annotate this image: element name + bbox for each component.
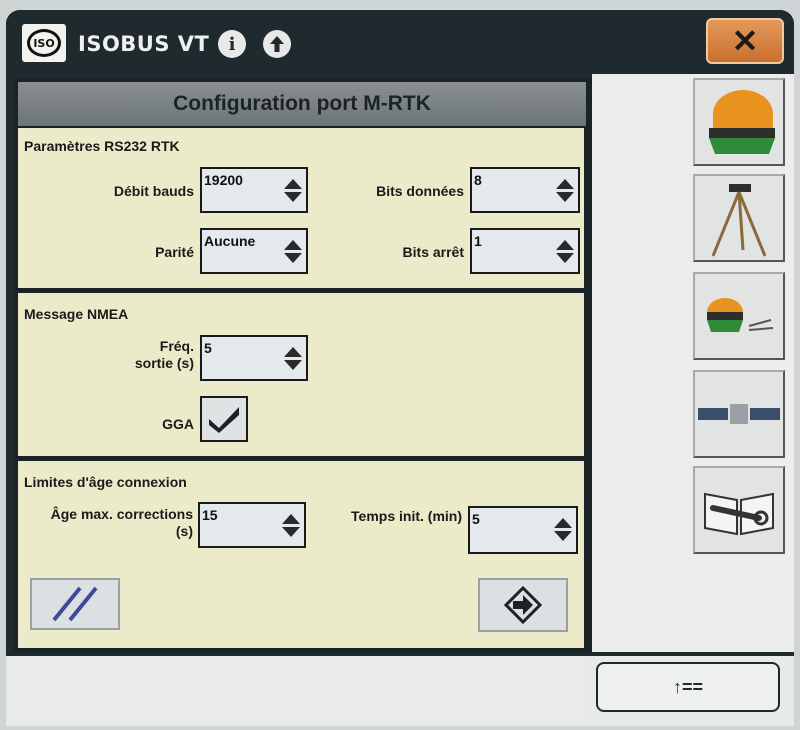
- parity-stepper[interactable]: [280, 230, 306, 272]
- page-title: Configuration port M-RTK: [18, 82, 586, 126]
- stop-bits-value: 1: [474, 233, 482, 249]
- info-icon[interactable]: i: [218, 30, 246, 58]
- freq-label-line1: Fréq.: [159, 338, 194, 354]
- close-button[interactable]: ✕: [706, 18, 784, 64]
- manual-tools-icon: [704, 492, 774, 536]
- parity-field[interactable]: Aucune: [200, 228, 308, 274]
- page-switch-icon: ↑==: [672, 676, 704, 697]
- iso-logo-text: ISO: [27, 29, 61, 57]
- stop-bits-stepper[interactable]: [552, 230, 578, 272]
- init-time-label: Temps init. (min): [351, 508, 462, 524]
- stop-bits-field[interactable]: 1: [470, 228, 580, 274]
- parity-label: Parité: [155, 244, 194, 260]
- rs232-section-title: Paramètres RS232 RTK: [24, 138, 180, 154]
- baud-value: 19200: [204, 172, 243, 188]
- footer-message-area: [10, 656, 586, 722]
- baud-stepper[interactable]: [280, 169, 306, 211]
- receiver-config-icon: [707, 298, 774, 332]
- receiver-config-button[interactable]: [693, 272, 785, 360]
- init-time-stepper[interactable]: [550, 508, 576, 550]
- arrow-up-icon: [554, 517, 572, 528]
- arrow-down-icon: [284, 359, 302, 370]
- arrow-up-icon: [556, 178, 574, 189]
- arrow-up-icon: [282, 513, 300, 524]
- tripod-icon: [711, 184, 767, 257]
- max-corrections-stepper[interactable]: [278, 504, 304, 546]
- parity-value: Aucune: [204, 233, 256, 249]
- arrow-down-icon: [282, 526, 300, 537]
- receiver-button[interactable]: [693, 78, 785, 166]
- enter-icon: [503, 585, 543, 625]
- app-title: ISOBUS VT: [78, 32, 210, 56]
- data-bits-stepper[interactable]: [552, 169, 578, 211]
- page-switch-button[interactable]: ↑==: [596, 662, 780, 712]
- freq-label-line2: sortie (s): [134, 355, 194, 371]
- tripod-button[interactable]: [693, 174, 785, 262]
- receiver-icon: [709, 90, 775, 154]
- freq-label: Fréq. sortie (s): [96, 338, 194, 372]
- arrow-up-icon: [284, 178, 302, 189]
- arrow-up-icon: [284, 239, 302, 250]
- satellite-button[interactable]: [693, 370, 785, 458]
- stop-bits-label: Bits arrêt: [402, 244, 464, 260]
- max-corrections-value: 15: [202, 507, 218, 523]
- manual-tools-button[interactable]: [693, 466, 785, 554]
- close-icon: ✕: [731, 23, 759, 59]
- iso-logo-icon: ISO: [22, 24, 66, 62]
- data-bits-value: 8: [474, 172, 482, 188]
- init-time-value: 5: [472, 511, 480, 527]
- freq-field[interactable]: 5: [200, 335, 308, 381]
- data-bits-label: Bits données: [376, 183, 464, 199]
- init-time-field[interactable]: 5: [468, 506, 578, 554]
- max-corrections-field[interactable]: 15: [198, 502, 306, 548]
- freq-value: 5: [204, 340, 212, 356]
- satellite-icon: [698, 404, 780, 424]
- confirm-button[interactable]: [478, 578, 568, 632]
- gga-label: GGA: [162, 416, 194, 432]
- max-corrections-label-line2: (s): [175, 523, 193, 539]
- max-corrections-label: Âge max. corrections (s): [18, 506, 193, 540]
- freq-stepper[interactable]: [280, 337, 306, 379]
- arrow-down-icon: [556, 191, 574, 202]
- arrow-down-icon: [556, 252, 574, 263]
- checkmark-icon: [209, 407, 239, 433]
- gga-checkbox[interactable]: [200, 396, 248, 442]
- cancel-button[interactable]: [30, 578, 120, 630]
- arrow-down-icon: [284, 191, 302, 202]
- nmea-section-title: Message NMEA: [24, 306, 129, 322]
- max-corrections-label-line1: Âge max. corrections: [50, 506, 193, 522]
- age-limits-section-title: Limites d'âge connexion: [24, 474, 187, 490]
- arrow-down-icon: [284, 252, 302, 263]
- upload-icon[interactable]: [263, 30, 291, 58]
- arrow-up-icon: [284, 346, 302, 357]
- arrow-up-icon: [556, 239, 574, 250]
- baud-field[interactable]: 19200: [200, 167, 308, 213]
- data-bits-field[interactable]: 8: [470, 167, 580, 213]
- baud-label: Débit bauds: [113, 183, 194, 199]
- arrow-down-icon: [554, 530, 572, 541]
- cancel-slash-icon: [52, 586, 98, 622]
